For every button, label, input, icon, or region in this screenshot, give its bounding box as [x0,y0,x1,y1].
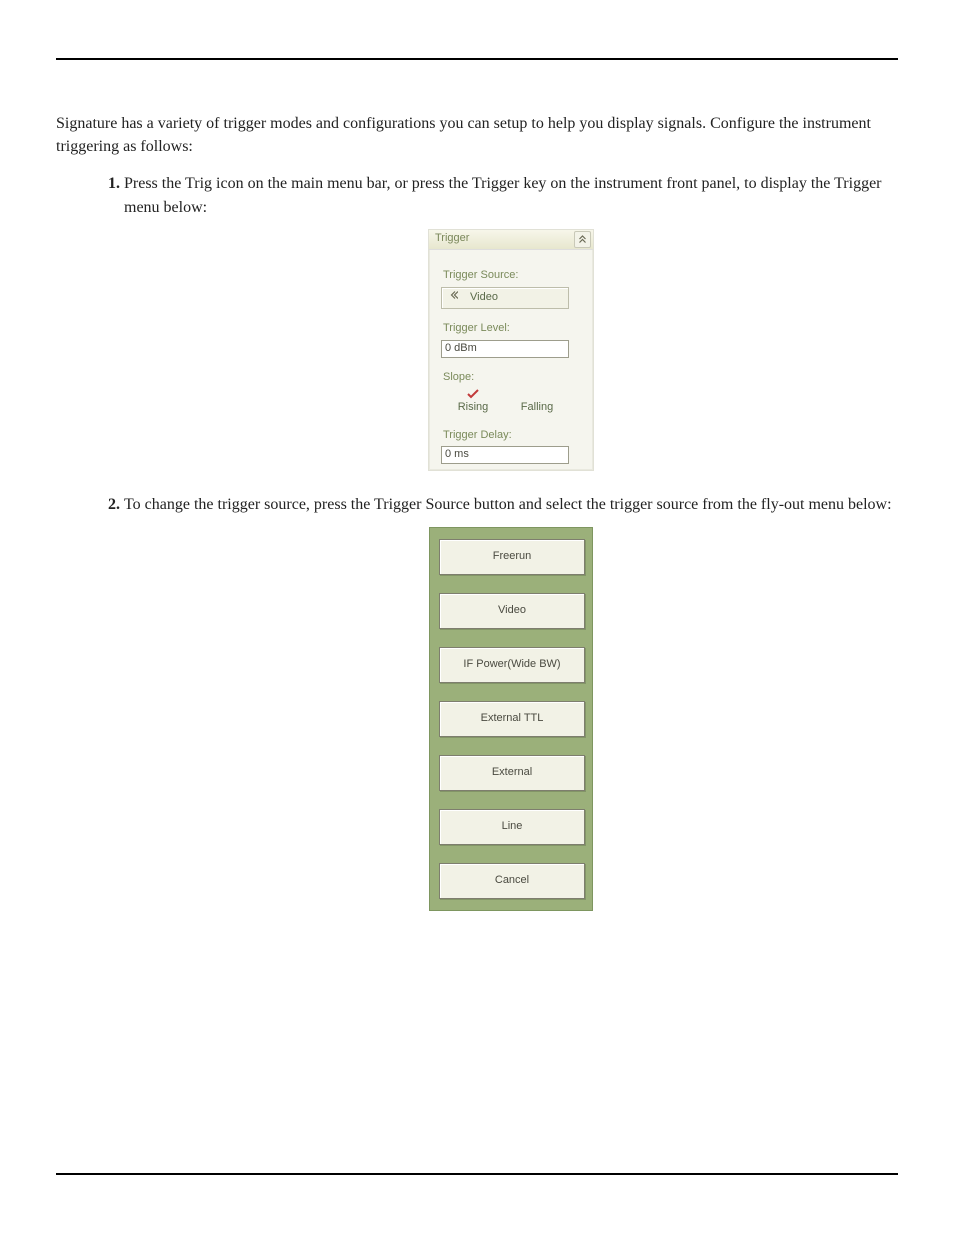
step-2-text: To change the trigger source, press the … [124,496,892,513]
empty-check-icon [531,389,543,399]
slope-falling-option[interactable]: Falling [505,389,569,416]
flyout-option-external[interactable]: External [439,755,585,791]
step-1-text: Press the Trig icon on the main menu bar… [124,175,882,215]
flyout-option-label: External [492,765,532,781]
flyout-option-line[interactable]: Line [439,809,585,845]
bottom-rule [56,1173,898,1175]
trigger-panel: Trigger Trigger Source: [428,229,594,472]
trigger-source-label: Trigger Source: [443,268,581,284]
flyout-option-if-power[interactable]: IF Power(Wide BW) [439,647,585,683]
body-text: Signature has a variety of trigger modes… [56,58,898,911]
top-rule [56,58,898,60]
flyout-option-cancel[interactable]: Cancel [439,863,585,899]
slope-rising-label: Rising [458,400,489,416]
trigger-panel-header: Trigger [429,230,593,250]
trigger-level-label: Trigger Level: [443,321,581,337]
flyout-option-label: IF Power(Wide BW) [463,657,560,673]
trigger-source-button[interactable]: Video [441,287,569,309]
step-item-1: Press the Trig icon on the main menu bar… [124,172,898,471]
flyout-option-external-ttl[interactable]: External TTL [439,701,585,737]
trigger-source-flyout: Freerun Video IF Power(Wide BW) External… [429,527,593,911]
trigger-level-value: 0 dBm [445,341,477,357]
figure-trigger-panel: Trigger Trigger Source: [124,229,898,472]
step-item-2: To change the trigger source, press the … [124,493,898,910]
flyout-option-label: Video [498,603,526,619]
slope-label: Slope: [443,370,581,386]
trigger-delay-value: 0 ms [445,447,469,463]
chevron-left-icon [450,290,458,305]
flyout-option-video[interactable]: Video [439,593,585,629]
trigger-level-field[interactable]: 0 dBm [441,340,569,358]
trigger-panel-title: Trigger [435,231,469,247]
trigger-source-value: Video [470,290,498,306]
flyout-option-label: Freerun [493,549,532,565]
collapse-up-icon[interactable] [574,231,591,248]
document-page: Signature has a variety of trigger modes… [0,0,954,1235]
slope-rising-option[interactable]: Rising [441,389,505,416]
flyout-option-label: External TTL [481,711,544,727]
step-list: Press the Trig icon on the main menu bar… [56,172,898,910]
flyout-option-label: Cancel [495,873,529,889]
check-icon [467,389,479,399]
slope-falling-label: Falling [521,400,553,416]
trigger-delay-field[interactable]: 0 ms [441,446,569,464]
figure-flyout-menu: Freerun Video IF Power(Wide BW) External… [124,527,898,911]
slope-toggle: Rising Falling [441,389,569,416]
trigger-delay-label: Trigger Delay: [443,428,581,444]
flyout-option-label: Line [502,819,523,835]
trigger-panel-body: Trigger Source: Video Tri [429,250,593,471]
intro-paragraph: Signature has a variety of trigger modes… [56,112,898,158]
flyout-option-freerun[interactable]: Freerun [439,539,585,575]
